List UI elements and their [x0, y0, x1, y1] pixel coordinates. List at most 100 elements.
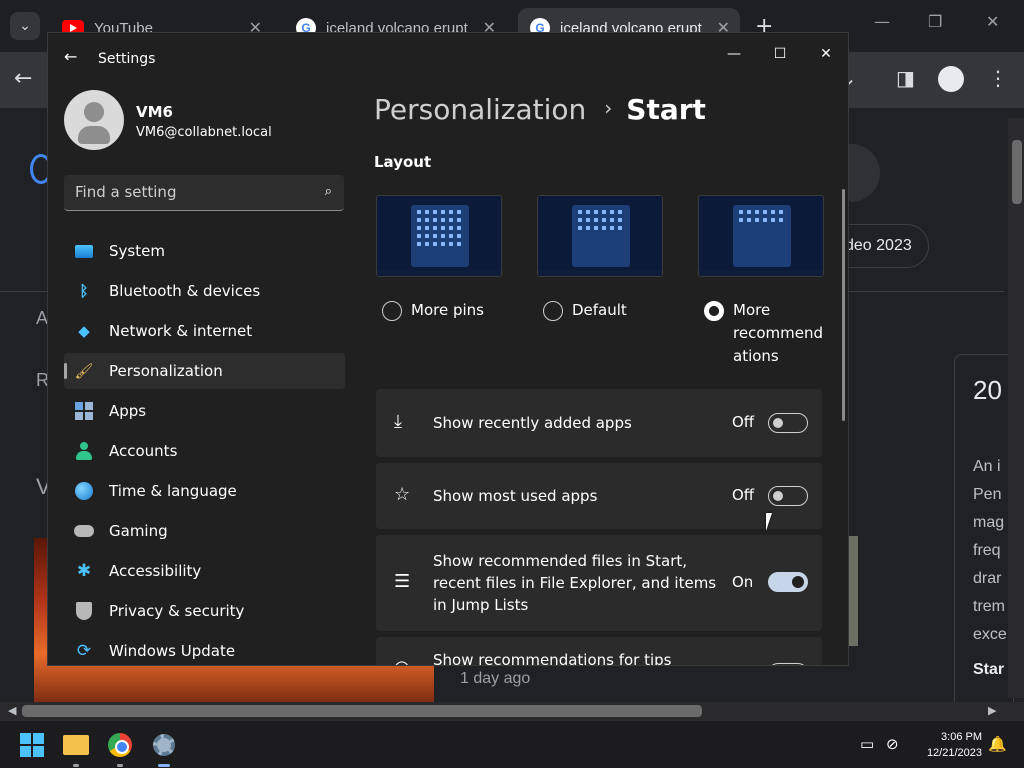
toggle-switch[interactable] — [768, 413, 808, 433]
card-bold-text: Star — [973, 661, 1005, 678]
tray-time: 3:06 PM — [941, 731, 982, 743]
browser-close-button[interactable]: ✕ — [986, 12, 999, 31]
preview-pins — [417, 210, 463, 246]
shield-icon — [74, 601, 94, 621]
setting-label: Show recently added apps — [433, 414, 632, 432]
avatar-head — [84, 102, 104, 122]
nav-label: Time & language — [109, 482, 237, 500]
radio-more-pins[interactable]: More pins — [376, 301, 502, 322]
layout-option-default[interactable]: Default — [537, 195, 663, 322]
page-title: Start — [626, 93, 706, 126]
breadcrumb: Personalization › Start — [374, 93, 706, 126]
settings-search[interactable]: ⌕ — [64, 175, 344, 211]
file-explorer-button[interactable] — [60, 729, 92, 767]
tab-search-button[interactable]: ⌄ — [10, 12, 40, 40]
lightbulb-icon: ○ — [394, 657, 410, 665]
radio-more-recommendations[interactable]: More recommend ations — [698, 301, 824, 368]
settings-button[interactable] — [148, 729, 180, 767]
list-icon: ☰ — [394, 571, 411, 592]
browser-restore-button[interactable]: ❐ — [928, 12, 942, 31]
radio-default[interactable]: Default — [537, 301, 663, 322]
radio-button[interactable] — [382, 301, 402, 321]
scroll-left-icon[interactable]: ◀ — [8, 702, 16, 720]
nav-label: Gaming — [109, 522, 168, 540]
clock[interactable]: 3:06 PM 12/21/2023 — [910, 729, 982, 761]
card-year: 20 — [973, 375, 1002, 405]
back-arrow-icon[interactable]: ← — [64, 47, 77, 66]
content-scrollbar[interactable] — [842, 189, 845, 421]
network-icon[interactable]: ▭ — [860, 735, 874, 753]
nav-item-system[interactable]: System — [64, 233, 345, 269]
nav-label: Bluetooth & devices — [109, 282, 261, 300]
chevron-down-icon: ⌄ — [19, 18, 31, 34]
radio-label: More pins — [411, 301, 484, 319]
nav-item-bluetooth[interactable]: ᛒ Bluetooth & devices — [64, 273, 345, 309]
nav-item-windows-update[interactable]: ⟳ Windows Update — [64, 633, 345, 665]
radio-button[interactable] — [543, 301, 563, 321]
setting-row-most-used[interactable]: ☆ Show most used apps Off — [376, 463, 822, 529]
scrollbar-thumb[interactable] — [1012, 140, 1022, 204]
nav-label: Personalization — [109, 362, 223, 380]
monitor-icon — [74, 241, 94, 261]
nav-item-privacy[interactable]: Privacy & security — [64, 593, 345, 629]
scroll-right-icon[interactable]: ▶ — [988, 702, 996, 720]
toggle-switch[interactable] — [768, 486, 808, 506]
search-icon[interactable]: ⌕ — [325, 184, 332, 199]
close-button[interactable]: ✕ — [806, 39, 846, 69]
nav-item-apps[interactable]: Apps — [64, 393, 345, 429]
setting-row-recommended-files[interactable]: ☰ Show recommended files in Start, recen… — [376, 535, 822, 631]
setting-row-tips[interactable]: ○ Show recommendations for tips — [376, 637, 822, 665]
vertical-scrollbar[interactable] — [1008, 118, 1024, 698]
breadcrumb-parent[interactable]: Personalization — [374, 93, 586, 126]
knowledge-card: 20 An i Pen mag freq drar trem exce Star — [954, 354, 1014, 702]
preview-pins — [739, 210, 785, 222]
minimize-button[interactable]: — — [714, 39, 754, 69]
avatar-body — [78, 126, 110, 144]
layout-option-more-recommendations[interactable]: More recommend ations — [698, 195, 824, 368]
toggle-switch[interactable] — [768, 663, 808, 665]
nav-item-accessibility[interactable]: ✱ Accessibility — [64, 553, 345, 589]
profile-avatar[interactable] — [938, 66, 964, 92]
nav-item-time-language[interactable]: Time & language — [64, 473, 345, 509]
nav-item-gaming[interactable]: Gaming — [64, 513, 345, 549]
window-title: Settings — [98, 51, 156, 67]
more-menu-icon[interactable]: ⋮ — [988, 66, 1008, 90]
start-button[interactable] — [16, 729, 48, 761]
person-icon — [74, 441, 94, 461]
accessibility-icon: ✱ — [76, 561, 92, 581]
notification-bell-icon[interactable]: 🔔 — [988, 735, 1007, 753]
start-preview[interactable] — [376, 195, 502, 277]
nav-label: Accessibility — [109, 562, 202, 580]
browser-minimize-button[interactable]: — — [874, 12, 890, 31]
search-input[interactable] — [64, 175, 314, 209]
bluetooth-icon: ᛒ — [79, 282, 89, 300]
side-panel-icon[interactable]: ◨ — [896, 66, 915, 90]
wifi-icon: ◆ — [78, 322, 90, 340]
setting-label: Show recommended files in Start, recent … — [433, 552, 717, 614]
volume-muted-icon[interactable]: ⊘ — [886, 735, 899, 753]
horizontal-scrollbar[interactable]: ◀ ▶ — [0, 702, 1004, 720]
maximize-button[interactable]: ☐ — [760, 39, 800, 69]
chip-label: deo 2023 — [845, 237, 912, 254]
result-timestamp: 1 day ago — [460, 670, 531, 687]
scrollbar-thumb[interactable] — [22, 705, 702, 717]
folder-icon — [63, 735, 89, 755]
nav-item-personalization[interactable]: 🖌 Personalization — [64, 353, 345, 389]
setting-label: Show most used apps — [433, 487, 598, 505]
avatar[interactable] — [64, 90, 124, 150]
apps-icon — [74, 401, 94, 421]
chrome-button[interactable] — [104, 729, 136, 767]
nav-label: Network & internet — [109, 322, 253, 340]
radio-button-selected[interactable] — [704, 301, 724, 321]
nav-label: Privacy & security — [109, 602, 245, 620]
browser-back-button[interactable]: ← — [14, 66, 32, 91]
setting-row-recently-added[interactable]: ⤓ Show recently added apps Off — [376, 389, 822, 457]
start-preview[interactable] — [537, 195, 663, 277]
layout-option-more-pins[interactable]: More pins — [376, 195, 502, 322]
nav-item-accounts[interactable]: Accounts — [64, 433, 345, 469]
windows-logo-icon — [20, 733, 44, 757]
start-preview[interactable] — [698, 195, 824, 277]
toggle-switch[interactable] — [768, 572, 808, 592]
nav-item-network[interactable]: ◆ Network & internet — [64, 313, 345, 349]
breadcrumb-separator: › — [604, 96, 613, 120]
